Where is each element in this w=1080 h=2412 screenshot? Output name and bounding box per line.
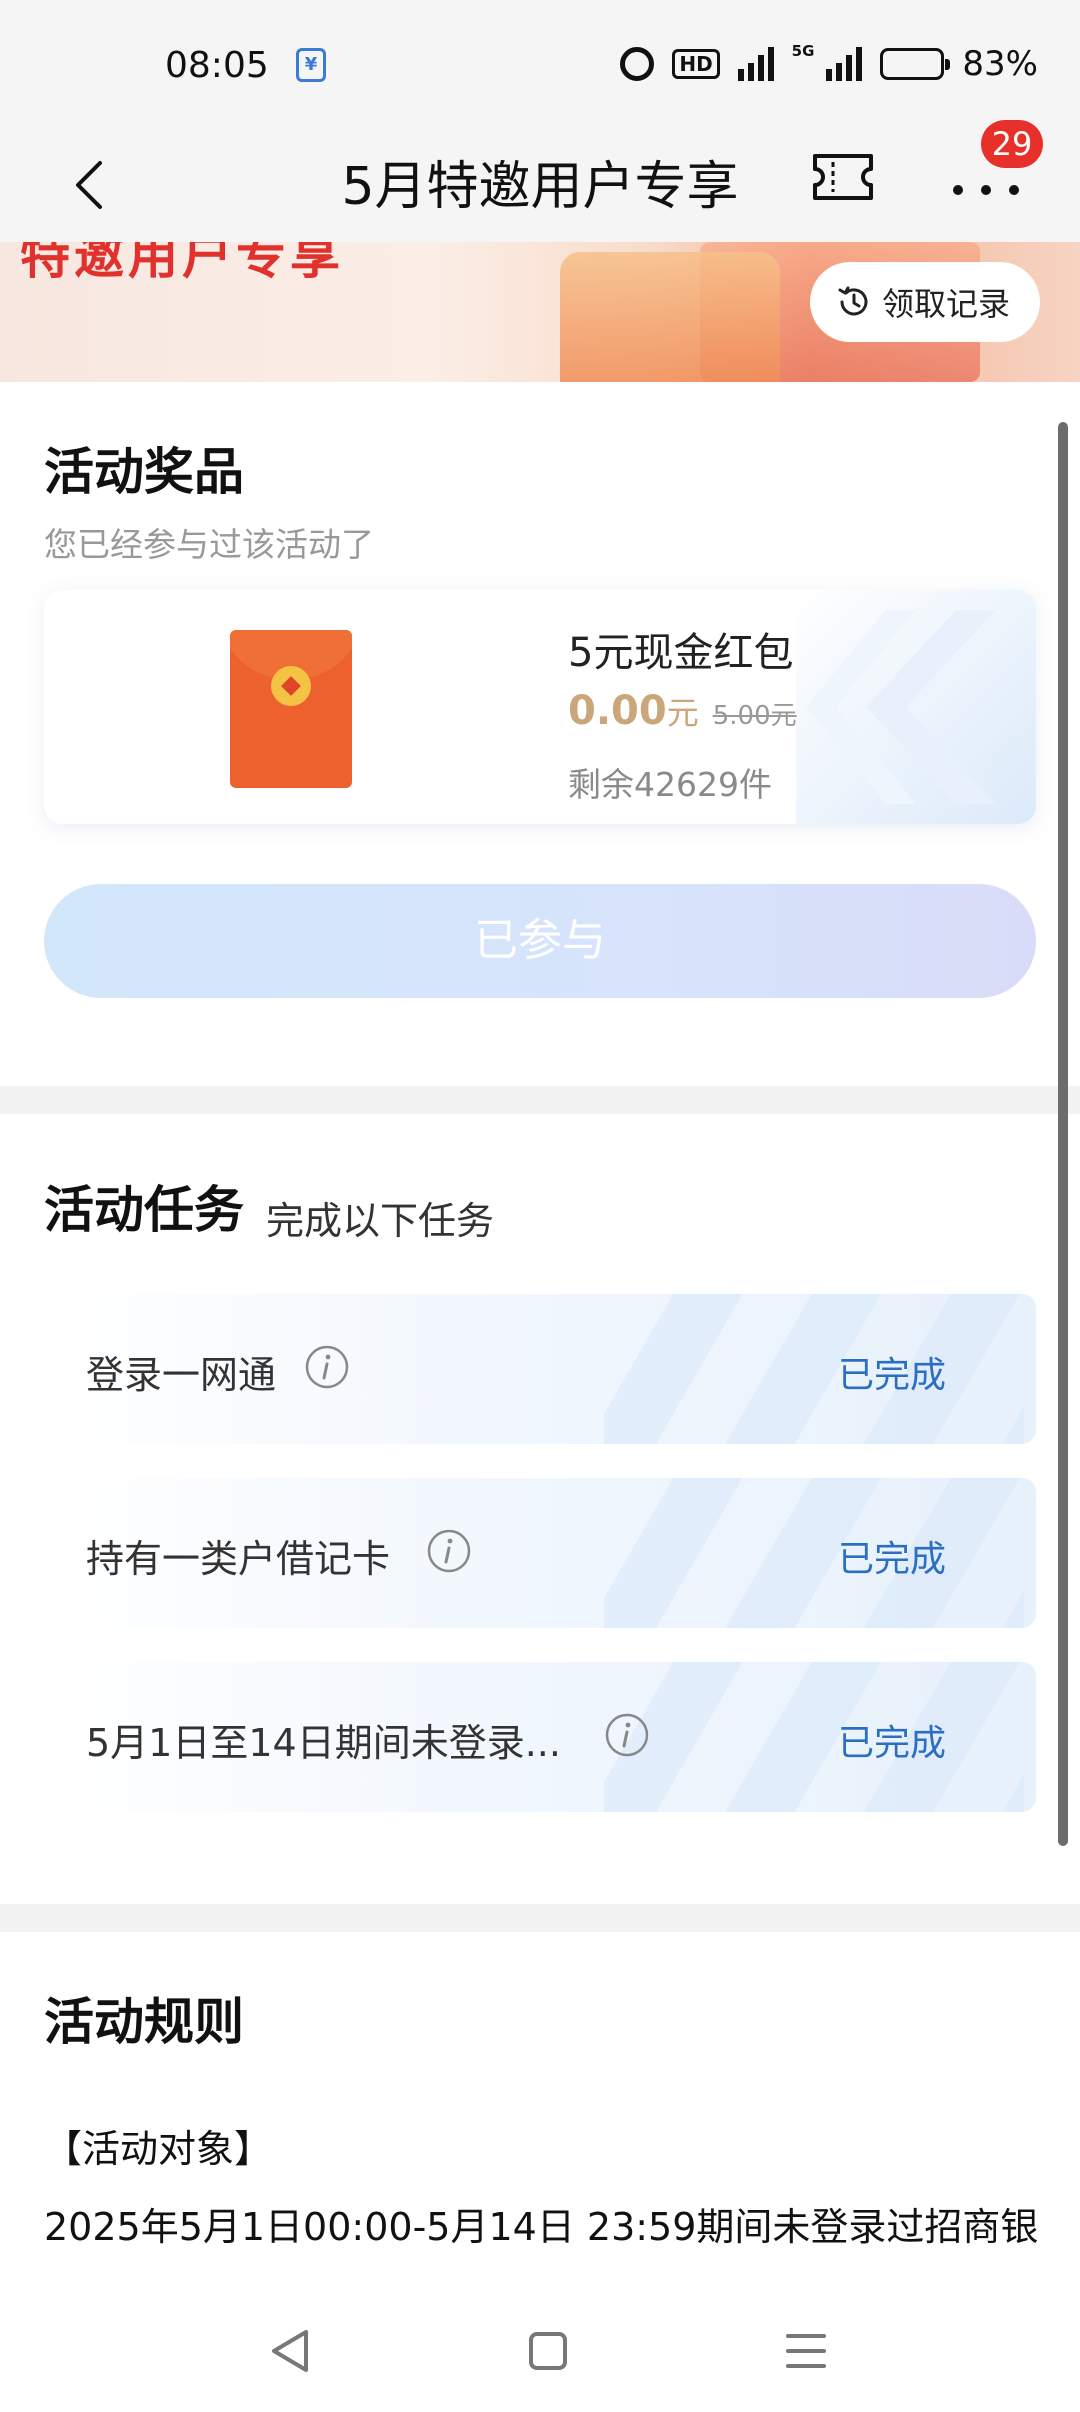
page-title: 5月特邀用户专享 bbox=[341, 157, 739, 217]
prize-card[interactable]: 5元现金红包 0.00元 5.00元 剩余42629件 bbox=[44, 590, 1036, 824]
banner-gift-box bbox=[560, 252, 780, 382]
system-back-icon[interactable] bbox=[268, 2326, 312, 2376]
prize-original-price: 5.00元 bbox=[712, 701, 797, 731]
system-nav-bar bbox=[0, 2292, 1080, 2412]
hd-voice-icon: HD bbox=[672, 49, 720, 79]
alarm-icon bbox=[620, 47, 655, 81]
battery-icon bbox=[880, 48, 951, 80]
history-icon bbox=[838, 286, 868, 316]
system-home-icon[interactable] bbox=[529, 2332, 567, 2370]
section-divider bbox=[0, 1086, 1080, 1114]
joined-button[interactable]: 已参与 bbox=[44, 884, 1036, 998]
chevron-left-decoration-icon bbox=[806, 610, 996, 804]
message-count-badge: 29 bbox=[981, 120, 1043, 168]
system-menu-icon[interactable] bbox=[786, 2332, 826, 2370]
rules-section: 活动规则 【活动对象】 2025年5月1日00:00-5月14日 23:59期间… bbox=[0, 1932, 1080, 2292]
task-row[interactable]: 登录一网通 已完成 bbox=[44, 1294, 1036, 1444]
ticket-icon[interactable] bbox=[811, 152, 875, 202]
task-section-title: 活动任务 bbox=[44, 1181, 244, 1239]
rules-section-title: 活动规则 bbox=[44, 1993, 244, 2051]
prize-stock: 剩余42629件 bbox=[568, 765, 772, 804]
promo-banner: 特邀用户专享 领取记录 bbox=[0, 242, 1080, 382]
prize-section: 活动奖品 您已经参与过该活动了 5元现金红包 0.00元 5.00元 剩余4262… bbox=[0, 382, 1080, 1086]
signal-4g-icon bbox=[737, 47, 774, 81]
task-label: 5月1日至14日期间未登录... bbox=[86, 1721, 561, 1765]
status-bar: 08:05 ¥ HD 5G 83% bbox=[0, 0, 1080, 130]
status-time: 08:05 bbox=[165, 45, 269, 86]
section-divider bbox=[0, 1904, 1080, 1932]
task-row[interactable]: 5月1日至14日期间未登录... 已完成 bbox=[44, 1662, 1036, 1812]
info-icon[interactable] bbox=[604, 1712, 650, 1758]
prize-price-unit: 元 bbox=[666, 694, 699, 732]
info-icon[interactable] bbox=[426, 1528, 472, 1574]
battery-percent: 83% bbox=[962, 44, 1038, 84]
prize-price-line: 0.00元 5.00元 bbox=[568, 688, 797, 734]
prize-section-title: 活动奖品 bbox=[44, 443, 244, 501]
task-row[interactable]: 持有一类户借记卡 已完成 bbox=[44, 1478, 1036, 1628]
banner-title: 特邀用户专享 bbox=[20, 242, 344, 285]
prize-price: 0.00 bbox=[568, 688, 667, 734]
rules-target-text: 2025年5月1日00:00-5月14日 23:59期间未登录过招商银 bbox=[44, 2205, 1039, 2249]
network-type: 5G bbox=[791, 42, 815, 60]
task-label: 登录一网通 bbox=[86, 1353, 277, 1397]
task-status: 已完成 bbox=[837, 1723, 946, 1764]
bank-app-notification-icon: ¥ bbox=[296, 48, 326, 82]
claim-record-button[interactable]: 领取记录 bbox=[809, 262, 1040, 342]
prize-name: 5元现金红包 bbox=[568, 630, 794, 676]
task-status: 已完成 bbox=[837, 1355, 946, 1396]
red-envelope-icon bbox=[230, 630, 352, 788]
rules-target-heading: 【活动对象】 bbox=[44, 2127, 273, 2171]
task-section: 活动任务 完成以下任务 登录一网通 已完成 持有一类户借记卡 已完成 5月1日至… bbox=[0, 1114, 1080, 1904]
info-icon[interactable] bbox=[304, 1344, 350, 1390]
scrollbar[interactable] bbox=[1058, 422, 1068, 1846]
nav-bar: 5月特邀用户专享 bbox=[0, 130, 1080, 242]
prize-section-subtitle: 您已经参与过该活动了 bbox=[44, 525, 374, 564]
task-label: 持有一类户借记卡 bbox=[86, 1537, 391, 1581]
status-icons: HD 5G 83% bbox=[620, 42, 1038, 86]
task-status: 已完成 bbox=[837, 1539, 946, 1580]
claim-record-label: 领取记录 bbox=[881, 285, 1010, 323]
signal-5g-icon bbox=[826, 47, 863, 81]
task-section-subtitle: 完成以下任务 bbox=[266, 1199, 495, 1243]
